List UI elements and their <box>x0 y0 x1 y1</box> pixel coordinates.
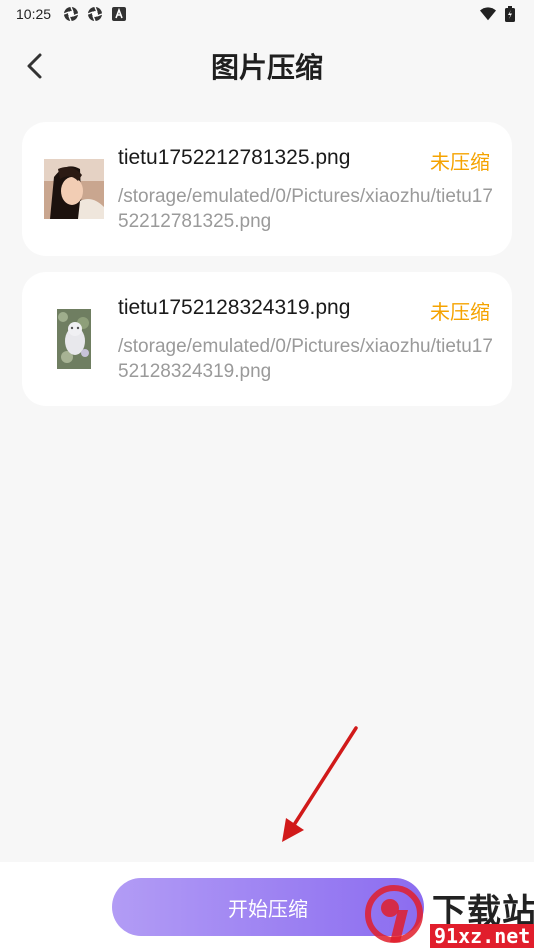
watermark: 下载站 91xz.net <box>360 880 534 950</box>
status-bar: 10:25 <box>0 0 534 28</box>
status-left: 10:25 <box>16 6 127 22</box>
wifi-icon <box>480 6 496 22</box>
aperture-icon <box>63 6 79 22</box>
file-path: /storage/emulated/0/Pictures/xiaozhu/tie… <box>118 336 493 382</box>
status-badge: 未压缩 <box>430 300 490 324</box>
font-a-icon <box>111 6 127 22</box>
file-item[interactable]: tietu1752212781325.png 未压缩 /storage/emul… <box>22 122 512 256</box>
watermark-domain: 91xz.net <box>430 924 534 948</box>
status-time: 10:25 <box>16 6 52 22</box>
file-name: tietu1752212781325.png <box>118 146 351 169</box>
page-title: 图片压缩 <box>210 51 323 84</box>
status-right <box>480 6 518 22</box>
annotation-arrow-icon <box>282 726 358 842</box>
file-name: tietu1752128324319.png <box>118 296 351 319</box>
aperture-icon <box>87 6 103 22</box>
file-thumbnail <box>44 309 104 369</box>
watermark-logo-icon <box>365 885 423 943</box>
header: 图片压缩 <box>0 36 534 100</box>
file-thumbnail <box>44 159 104 219</box>
file-item[interactable]: tietu1752128324319.png 未压缩 /storage/emul… <box>22 272 512 406</box>
status-badge: 未压缩 <box>430 150 490 174</box>
file-path: /storage/emulated/0/Pictures/xiaozhu/tie… <box>118 186 493 232</box>
battery-icon <box>502 6 518 22</box>
